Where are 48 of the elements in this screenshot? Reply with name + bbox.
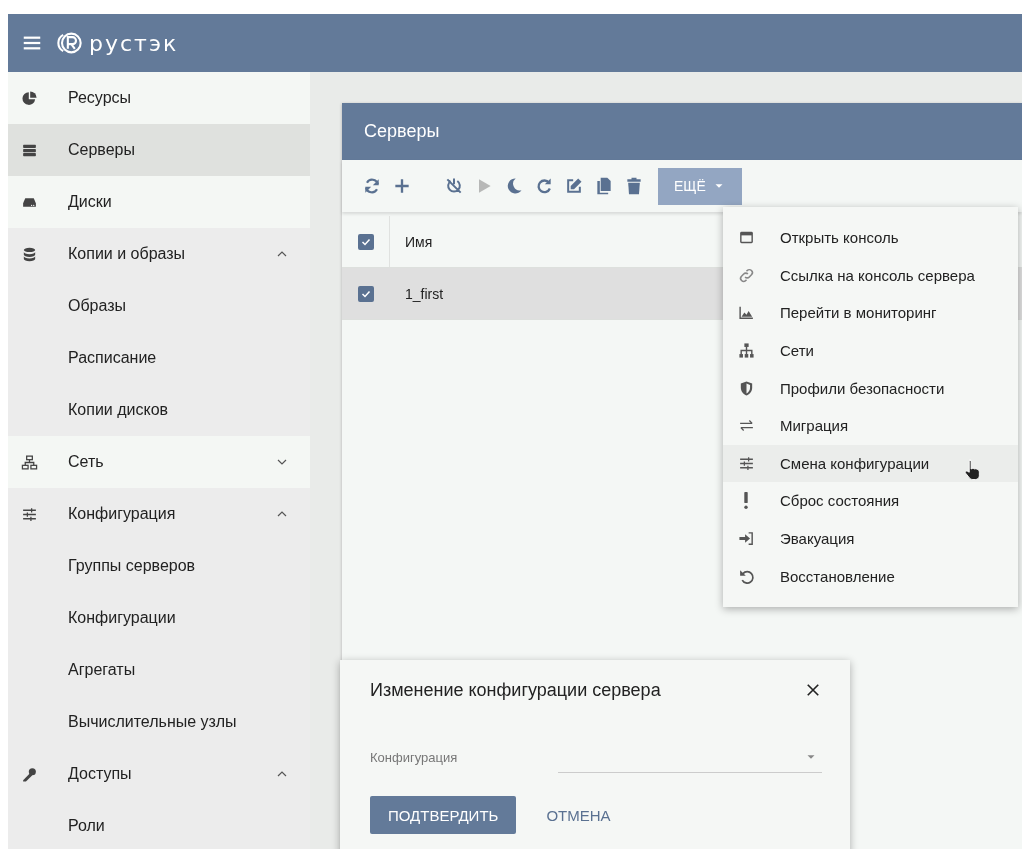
checkbox[interactable] bbox=[357, 233, 374, 250]
panel-title: Серверы bbox=[364, 121, 440, 142]
checkbox[interactable] bbox=[357, 285, 374, 302]
cancel-button[interactable]: ОТМЕНА bbox=[528, 796, 629, 834]
area-chart-icon bbox=[738, 304, 755, 322]
sidebar-item[interactable]: Доступы bbox=[8, 748, 310, 800]
menu-item[interactable]: Открыть консоль bbox=[723, 219, 1018, 257]
undo-icon bbox=[738, 567, 755, 585]
menu-item[interactable]: Восстановление bbox=[723, 557, 1018, 595]
sliders-icon bbox=[21, 505, 38, 523]
menu-item[interactable]: Эвакуация bbox=[723, 519, 1018, 558]
sidebar-item[interactable]: Агрегаты bbox=[8, 644, 310, 696]
table-cell-text: 1_first bbox=[404, 285, 444, 302]
sidebar-item[interactable]: Диски bbox=[8, 176, 310, 228]
sidebar-item[interactable]: Роли bbox=[8, 800, 310, 849]
sidebar-item[interactable]: Группы серверов bbox=[8, 540, 310, 592]
brand-name: рустэк bbox=[89, 30, 179, 56]
sidebar-item[interactable]: Конфигурации bbox=[8, 592, 310, 644]
menu-item[interactable]: Смена конфигурации bbox=[723, 444, 1018, 483]
key-icon bbox=[21, 765, 38, 783]
shield-icon bbox=[738, 379, 755, 397]
database-icon bbox=[21, 245, 38, 263]
close-icon bbox=[804, 681, 822, 699]
confirm-button[interactable]: ПОДТВЕРДИТЬ bbox=[370, 796, 517, 834]
sidebar-item[interactable]: Конфигурация bbox=[8, 488, 310, 540]
link-icon bbox=[738, 266, 755, 284]
sign-in-icon bbox=[738, 530, 755, 548]
sitemap-icon bbox=[738, 342, 755, 360]
sidebar-item[interactable]: Образы bbox=[8, 280, 310, 332]
sidebar-item[interactable]: Копии дисков bbox=[8, 384, 310, 436]
sidebar-item[interactable]: Копии и образы bbox=[8, 228, 310, 280]
menu-item[interactable]: Профили безопасности bbox=[723, 369, 1018, 407]
exclamation-icon bbox=[744, 492, 748, 510]
menu-item[interactable]: Сброс состояния bbox=[723, 482, 1018, 520]
sidebar-item[interactable]: Серверы bbox=[8, 124, 310, 176]
dialog-title: Изменение конфигурации сервера bbox=[370, 679, 661, 701]
sliders-icon bbox=[738, 454, 755, 472]
pie-chart-icon bbox=[21, 89, 38, 107]
column-header[interactable]: Имя bbox=[390, 233, 433, 250]
sidebar-item[interactable]: Вычислительные узлы bbox=[8, 696, 310, 748]
sidebar-item[interactable]: Ресурсы bbox=[8, 72, 310, 124]
field-label: Конфигурация bbox=[370, 749, 459, 765]
menu-item[interactable]: Сети bbox=[723, 331, 1018, 370]
sidebar-item[interactable]: Расписание bbox=[8, 332, 310, 384]
menu-item[interactable]: Миграция bbox=[723, 406, 1018, 445]
close-button[interactable] bbox=[804, 681, 822, 699]
network-icon bbox=[21, 453, 38, 471]
sidebar-item[interactable]: Сеть bbox=[8, 436, 310, 488]
